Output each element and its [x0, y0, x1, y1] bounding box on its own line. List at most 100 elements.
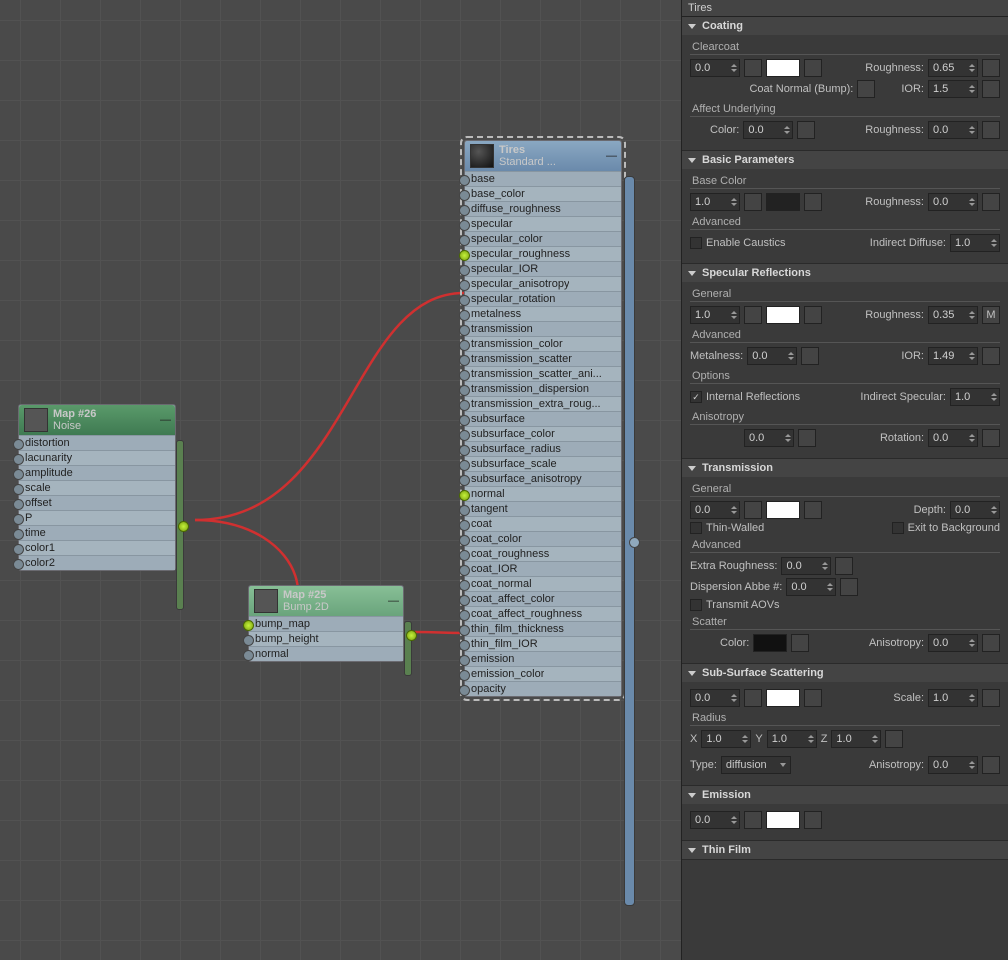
specular-rough-spin[interactable] [928, 306, 978, 324]
input-port[interactable] [13, 514, 24, 525]
slot-transmission_color[interactable]: transmission_color [465, 336, 621, 351]
node-graph[interactable]: Map #26Noise — distortionlacunarityampli… [0, 0, 681, 960]
section-header[interactable]: Thin Film [682, 841, 1008, 859]
output-bar[interactable] [176, 440, 184, 610]
slot-coat[interactable]: coat [465, 516, 621, 531]
input-port[interactable] [13, 439, 24, 450]
ior-spin[interactable] [928, 347, 978, 365]
minimize-icon[interactable]: — [388, 595, 398, 607]
input-port[interactable] [459, 385, 470, 396]
slot-scale[interactable]: scale [19, 480, 175, 495]
slot-base_color[interactable]: base_color [465, 186, 621, 201]
section-header[interactable]: Specular Reflections [682, 264, 1008, 282]
metalness-spin[interactable] [747, 347, 797, 365]
output-bar[interactable] [404, 621, 412, 676]
transmit-aovs-check[interactable] [690, 599, 702, 611]
section-header[interactable]: Emission [682, 786, 1008, 804]
slot-coat_roughness[interactable]: coat_roughness [465, 546, 621, 561]
diffuse-rough-spin[interactable] [928, 193, 978, 211]
ior-spin[interactable] [928, 80, 978, 98]
indirect-specular-spin[interactable] [950, 388, 1000, 406]
map-button[interactable] [744, 689, 762, 707]
map-button[interactable] [804, 501, 822, 519]
input-port[interactable] [459, 505, 470, 516]
input-port[interactable] [459, 490, 470, 501]
specular-weight-spin[interactable] [690, 306, 740, 324]
input-port[interactable] [459, 220, 470, 231]
input-port[interactable] [459, 625, 470, 636]
slot-diffuse_roughness[interactable]: diffuse_roughness [465, 201, 621, 216]
basecolor-weight-spin[interactable] [690, 193, 740, 211]
slot-color2[interactable]: color2 [19, 555, 175, 570]
section-header[interactable]: Basic Parameters [682, 151, 1008, 169]
input-port[interactable] [459, 580, 470, 591]
properties-panel[interactable]: Tires Coating Clearcoat Roughness: Coat … [681, 0, 1008, 960]
map-button[interactable] [804, 193, 822, 211]
input-port[interactable] [459, 280, 470, 291]
node-noise[interactable]: Map #26Noise — distortionlacunarityampli… [18, 404, 176, 571]
slot-transmission_scatter[interactable]: transmission_scatter [465, 351, 621, 366]
slot-normal[interactable]: normal [249, 646, 403, 661]
input-port[interactable] [459, 655, 470, 666]
input-port[interactable] [459, 640, 470, 651]
input-port[interactable] [243, 650, 254, 661]
map-button[interactable] [982, 59, 1000, 77]
slot-bump_height[interactable]: bump_height [249, 631, 403, 646]
sss-type-dropdown[interactable]: diffusion [721, 756, 791, 774]
radius-z-spin[interactable] [831, 730, 881, 748]
output-port[interactable] [406, 630, 417, 641]
input-port[interactable] [459, 355, 470, 366]
enable-caustics-check[interactable] [690, 237, 702, 249]
input-port[interactable] [459, 415, 470, 426]
map-button[interactable] [982, 429, 1000, 447]
map-button-m[interactable]: M [982, 306, 1000, 324]
basecolor-swatch[interactable] [766, 193, 800, 211]
slot-coat_affect_roughness[interactable]: coat_affect_roughness [465, 606, 621, 621]
map-button[interactable] [791, 634, 809, 652]
internal-reflections-check[interactable] [690, 391, 702, 403]
slot-distortion[interactable]: distortion [19, 435, 175, 450]
thin-walled-check[interactable] [690, 522, 702, 534]
input-port[interactable] [459, 610, 470, 621]
slot-opacity[interactable]: opacity [465, 681, 621, 696]
map-button[interactable] [744, 811, 762, 829]
slot-coat_normal[interactable]: coat_normal [465, 576, 621, 591]
sss-swatch[interactable] [766, 689, 800, 707]
output-port[interactable] [178, 521, 189, 532]
slot-subsurface_scale[interactable]: subsurface_scale [465, 456, 621, 471]
map-button[interactable] [801, 347, 819, 365]
input-port[interactable] [459, 265, 470, 276]
minimize-icon[interactable]: — [160, 414, 170, 426]
map-button[interactable] [885, 730, 903, 748]
input-port[interactable] [459, 430, 470, 441]
input-port[interactable] [459, 190, 470, 201]
map-button[interactable] [744, 193, 762, 211]
section-header[interactable]: Transmission [682, 459, 1008, 477]
map-button[interactable] [804, 811, 822, 829]
slot-specular_anisotropy[interactable]: specular_anisotropy [465, 276, 621, 291]
slot-transmission_extra_roug...[interactable]: transmission_extra_roug... [465, 396, 621, 411]
input-port[interactable] [459, 310, 470, 321]
input-port[interactable] [459, 460, 470, 471]
emission-weight-spin[interactable] [690, 811, 740, 829]
section-header[interactable]: Sub-Surface Scattering [682, 664, 1008, 682]
slot-specular_color[interactable]: specular_color [465, 231, 621, 246]
extra-rough-spin[interactable] [781, 557, 831, 575]
input-port[interactable] [13, 559, 24, 570]
affect-color-spin[interactable] [743, 121, 793, 139]
roughness-spin[interactable] [928, 59, 978, 77]
map-button[interactable] [857, 80, 875, 98]
slot-amplitude[interactable]: amplitude [19, 465, 175, 480]
section-header[interactable]: Coating [682, 17, 1008, 35]
input-port[interactable] [459, 175, 470, 186]
slot-offset[interactable]: offset [19, 495, 175, 510]
map-button[interactable] [840, 578, 858, 596]
input-port[interactable] [13, 499, 24, 510]
map-button[interactable] [982, 689, 1000, 707]
input-port[interactable] [459, 550, 470, 561]
map-button[interactable] [982, 80, 1000, 98]
slot-thin_film_IOR[interactable]: thin_film_IOR [465, 636, 621, 651]
slot-coat_affect_color[interactable]: coat_affect_color [465, 591, 621, 606]
slot-transmission_dispersion[interactable]: transmission_dispersion [465, 381, 621, 396]
slot-color1[interactable]: color1 [19, 540, 175, 555]
